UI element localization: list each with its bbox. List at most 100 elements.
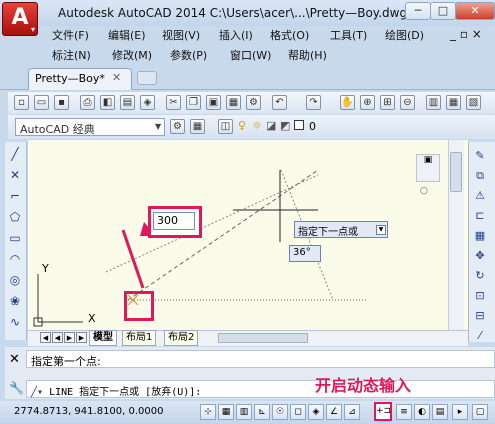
lineweight-icon[interactable]: ≡ — [396, 404, 412, 420]
tab-model[interactable]: 模型 — [89, 330, 117, 346]
scale-tool-icon[interactable]: ⊡ — [471, 288, 489, 304]
transparency-icon[interactable]: ◐ — [414, 404, 430, 420]
object-snap-icon[interactable]: ◻ — [290, 404, 306, 420]
paste-icon[interactable]: ▣ — [206, 95, 221, 110]
design-center-icon[interactable]: ▦ — [446, 95, 461, 110]
menu-dimension[interactable]: 标注(N) — [52, 47, 91, 63]
layer-properties-icon[interactable]: ◫ — [218, 119, 233, 134]
layer-lock-icon[interactable]: ◪ — [266, 119, 276, 132]
menu-tools[interactable]: 工具(T) — [330, 27, 367, 43]
circle-tool-icon[interactable]: ◎ — [7, 272, 23, 288]
stretch-tool-icon[interactable]: ⊟ — [471, 308, 489, 324]
pan-icon[interactable]: ✋ — [340, 95, 355, 110]
3d-osnap-icon[interactable]: ◈ — [308, 404, 324, 420]
workspace-select[interactable]: AutoCAD 经典 — [15, 118, 165, 136]
tool-palettes-icon[interactable]: ▧ — [466, 95, 481, 110]
copy-tool-icon[interactable]: ⧉ — [471, 168, 489, 184]
viewcube-icon[interactable]: ▣ — [416, 154, 440, 182]
menu-edit[interactable]: 编辑(E) — [108, 27, 146, 43]
prev-layout-icon[interactable]: ◀ — [52, 332, 63, 343]
zoom-realtime-icon[interactable]: ⊕ — [360, 95, 375, 110]
save-icon[interactable]: ▪ — [54, 95, 69, 110]
ducs-icon[interactable]: ⊿ — [344, 404, 360, 420]
dynamic-input-field[interactable]: 300 — [153, 212, 195, 230]
arc-tool-icon[interactable]: ◠ — [7, 251, 23, 267]
otrack-icon[interactable]: ∠ — [326, 404, 342, 420]
polyline-tool-icon[interactable]: ⌐ — [7, 188, 23, 204]
first-layout-icon[interactable]: ◀ — [40, 332, 51, 343]
line-tool-icon[interactable]: ╱ — [7, 146, 23, 162]
new-file-icon[interactable]: ▫ — [14, 95, 29, 110]
revcloud-tool-icon[interactable]: ❀ — [7, 293, 23, 309]
offset-tool-icon[interactable]: ⊏ — [471, 208, 489, 224]
menu-window[interactable]: 窗口(W) — [230, 47, 271, 63]
publish-icon[interactable]: ▤ — [120, 95, 135, 110]
coordinate-readout[interactable]: 2774.8713, 941.8100, 0.0000 — [14, 406, 164, 417]
quick-properties-icon[interactable]: ▤ — [432, 404, 448, 420]
tooltip-options-icon[interactable]: ▼ — [376, 225, 386, 235]
xline-tool-icon[interactable]: ✕ — [7, 167, 23, 183]
menu-format[interactable]: 格式(O) — [270, 27, 309, 43]
minimize-button[interactable]: ─ — [405, 2, 431, 20]
array-tool-icon[interactable]: ▦ — [471, 228, 489, 244]
properties-icon[interactable]: ▥ — [426, 95, 441, 110]
navigation-bar-icon[interactable]: ○ — [420, 186, 428, 196]
polar-tracking-icon[interactable]: ☉ — [272, 404, 288, 420]
polygon-tool-icon[interactable]: ⬠ — [7, 209, 23, 225]
spline-tool-icon[interactable]: ∿ — [7, 314, 23, 330]
zoom-window-icon[interactable]: ⊞ — [380, 95, 395, 110]
menu-help[interactable]: 帮助(H) — [288, 47, 327, 63]
cut-icon[interactable]: ✂ — [166, 95, 181, 110]
infer-constraints-icon[interactable]: ⊹ — [200, 404, 216, 420]
move-tool-icon[interactable]: ✥ — [471, 248, 489, 264]
tab-layout2[interactable]: 布局2 — [164, 330, 199, 346]
print-icon[interactable]: ⎙ — [80, 95, 95, 110]
maximize-button[interactable]: □ — [430, 2, 456, 20]
trim-tool-icon[interactable]: ⁄ — [471, 328, 489, 344]
vertical-scrollbar-thumb[interactable] — [450, 152, 462, 192]
tab-layout1[interactable]: 布局1 — [122, 330, 157, 346]
print-preview-icon[interactable]: ◧ — [100, 95, 115, 110]
redo-icon[interactable]: ↷ — [306, 95, 321, 110]
zoom-previous-icon[interactable]: ⊖ — [400, 95, 415, 110]
snap-mode-icon[interactable]: ▦ — [218, 404, 234, 420]
block-editor-icon[interactable]: ⚙ — [246, 95, 261, 110]
match-properties-icon[interactable]: ▦ — [226, 95, 241, 110]
drawing-canvas[interactable]: Y X ▣ ○ — [28, 140, 468, 330]
undo-icon[interactable]: ↶ — [272, 95, 287, 110]
workspace-settings-icon[interactable]: ⚙ — [170, 119, 185, 134]
layer-plot-icon[interactable]: ◩ — [280, 119, 290, 132]
menu-file[interactable]: 文件(F) — [52, 27, 89, 43]
close-icon[interactable]: ✕ — [9, 352, 20, 367]
current-layer[interactable]: 0 — [309, 120, 316, 133]
wrench-icon[interactable]: 🔧 — [9, 381, 24, 395]
document-window-controls[interactable]: _ ▫ × — [450, 27, 482, 41]
fullscreen-icon[interactable]: ▢ — [472, 404, 488, 420]
new-tab-button[interactable] — [137, 71, 157, 85]
close-button[interactable]: ✕ — [455, 2, 495, 20]
open-file-icon[interactable]: ▭ — [34, 95, 49, 110]
close-tab-icon[interactable]: ✕ — [112, 71, 121, 84]
menu-modify[interactable]: 修改(M) — [112, 47, 152, 63]
horizontal-scrollbar-thumb[interactable] — [218, 333, 308, 343]
copy-icon[interactable]: ❐ — [186, 95, 201, 110]
workspace-grid-icon[interactable]: ▦ — [190, 119, 205, 134]
angle-readout[interactable]: 36° — [289, 245, 321, 262]
mirror-tool-icon[interactable]: ⚠ — [471, 188, 489, 204]
command-line-input[interactable]: ╱▾ LINE 指定下一点或 [放弃(U)]: — [26, 380, 495, 398]
menu-draw[interactable]: 绘图(D) — [385, 27, 424, 43]
menu-insert[interactable]: 插入(I) — [219, 27, 253, 43]
3d-dwf-icon[interactable]: ◈ — [140, 95, 155, 110]
rectangle-tool-icon[interactable]: ▭ — [7, 230, 23, 246]
dynamic-input-button[interactable]: +⊐ — [374, 402, 392, 421]
erase-tool-icon[interactable]: ✎ — [471, 148, 489, 164]
rotate-tool-icon[interactable]: ↻ — [471, 268, 489, 284]
next-layout-icon[interactable]: ▶ — [64, 332, 75, 343]
menu-view[interactable]: 视图(V) — [162, 27, 200, 43]
layer-freeze-icon[interactable]: ☼ — [252, 119, 262, 132]
selection-cycling-icon[interactable]: ▸ — [452, 404, 468, 420]
menu-parametric[interactable]: 参数(P) — [170, 47, 207, 63]
last-layout-icon[interactable]: ▶ — [76, 332, 87, 343]
grid-display-icon[interactable]: ▥ — [236, 404, 252, 420]
application-menu-button[interactable]: A ▾ — [2, 2, 38, 36]
